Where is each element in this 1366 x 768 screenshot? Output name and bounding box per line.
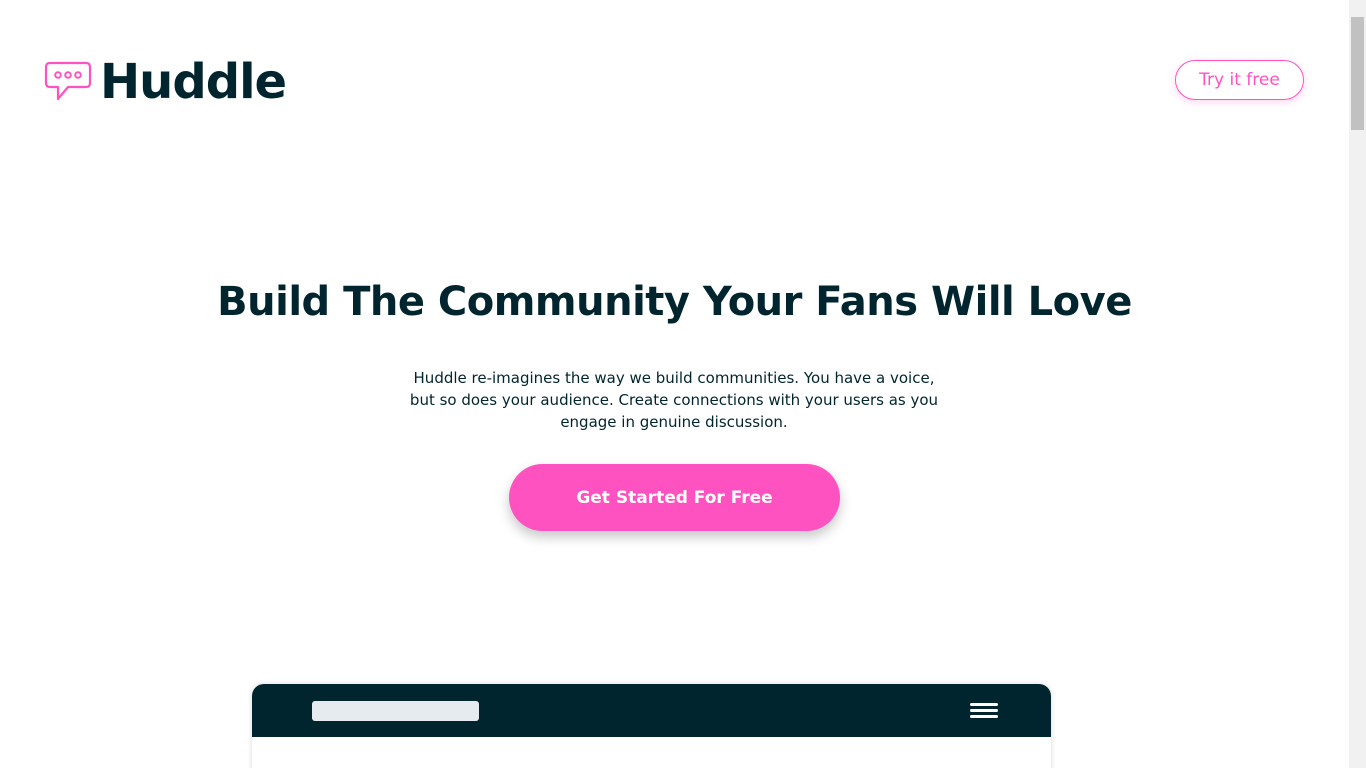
get-started-button[interactable]: Get Started For Free (509, 464, 840, 531)
landing-page: Huddle Try it free Build The Community Y… (0, 0, 1349, 768)
hero-title: Build The Community Your Fans Will Love (217, 279, 1132, 325)
site-header: Huddle Try it free (0, 0, 1349, 160)
logo[interactable]: Huddle (44, 54, 287, 110)
mockup-search-bar (312, 701, 479, 721)
try-it-free-button[interactable]: Try it free (1175, 60, 1304, 100)
hero-description: Huddle re-imagines the way we build comm… (409, 369, 939, 431)
hamburger-menu-icon (970, 702, 998, 720)
logo-text: Huddle (100, 54, 287, 110)
mockup-top-bar (252, 684, 1051, 737)
scrollbar-thumb[interactable] (1351, 17, 1364, 130)
chat-bubble-icon (44, 61, 92, 101)
vertical-scrollbar[interactable] (1349, 0, 1366, 768)
app-mockup-image (252, 684, 1051, 768)
